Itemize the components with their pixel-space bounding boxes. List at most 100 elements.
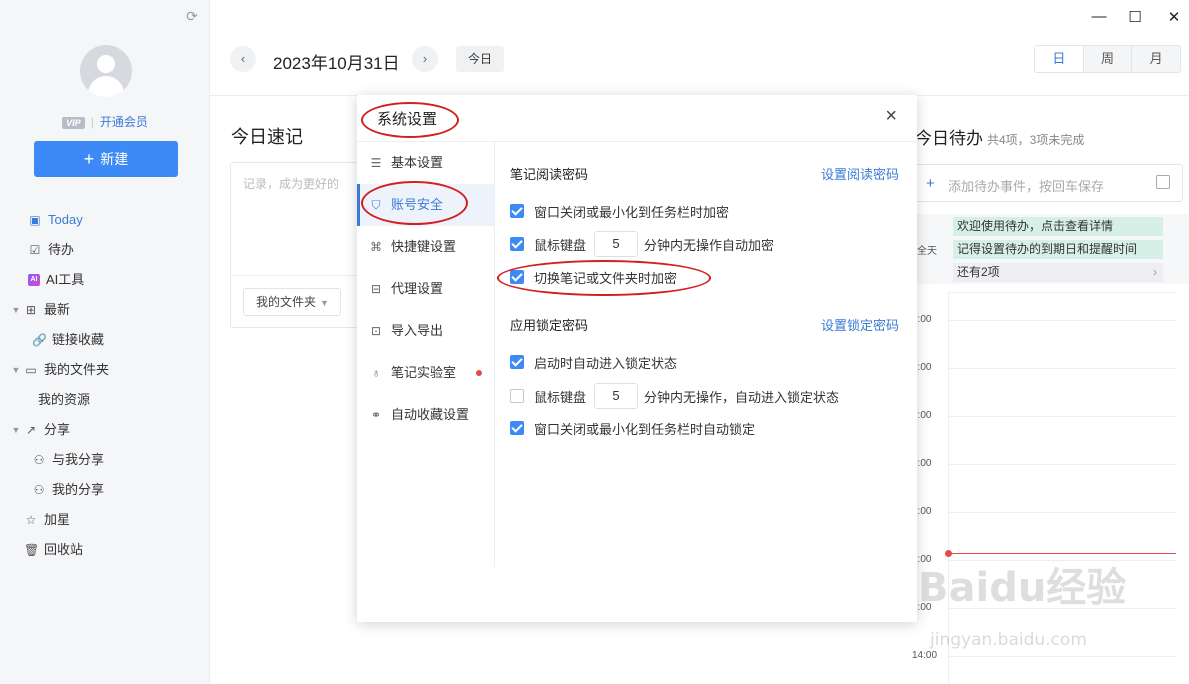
link-icon: ⚭ [370,408,382,422]
calendar-icon[interactable] [1156,175,1170,189]
ai-icon: AI [28,274,40,286]
sidebar-item-ai-tools[interactable]: AI AI工具 [0,265,210,295]
option-encrypt-on-switch[interactable]: 切换笔记或文件夹时加密 [510,264,677,290]
option-lock-on-close[interactable]: 窗口关闭或最小化到任务栏时自动锁定 [510,415,755,441]
checkbox-unchecked[interactable] [510,389,524,403]
grid-icon: ⊞ [25,303,37,317]
sidebar-item-today[interactable]: ▣ Today [0,205,210,235]
today-button[interactable]: 今日 [456,46,504,72]
sliders-icon: ☰ [370,156,382,170]
option-encrypt-on-close[interactable]: 窗口关闭或最小化到任务栏时加密 [510,198,729,224]
dialog-title: 系统设置 [377,111,438,128]
checkbox-checked[interactable] [510,355,524,369]
watermark-url: jingyan.baidu.com [930,630,1087,650]
chevron-down-icon: ▼ [320,298,329,308]
folder-select[interactable]: 我的文件夹 ▼ [243,288,341,316]
settings-nav-proxy[interactable]: ⊟ 代理设置 [357,268,494,310]
current-time-line [948,553,1176,554]
sidebar-item-my-resources[interactable]: 我的资源 [0,385,210,415]
caret-down-icon[interactable]: ▼ [8,355,24,385]
lock-idle-minutes-input[interactable]: 5 [594,383,639,409]
sidebar-item-shared-with-me[interactable]: ⚇ 与我分享 [0,445,210,475]
watermark-logo: Baidu经验 [918,565,1127,611]
star-icon: ☆ [25,513,37,527]
idle-minutes-input[interactable]: 5 [594,231,639,257]
todo-title: 今日待办 共4项，3项未完成 [915,129,1085,148]
folder-icon: ▭ [25,363,37,377]
todo-item[interactable]: 记得设置待办的到期日和提醒时间 [953,240,1163,259]
checkbox-checked[interactable] [510,270,524,284]
quick-note-placeholder: 记录，成为更好的 [243,177,340,191]
date-title: 2023年10月31日 [273,54,400,73]
checkbox-checked[interactable] [510,237,524,251]
sidebar-nav: ▣ Today ☑ 待办 AI AI工具 ▼ ⊞ 最新 🔗 链接收藏 ▼ ▭ 我的文件夹 我的资… [0,205,210,565]
trash-icon: 🗑 [24,543,40,557]
chevron-right-icon: › [1153,265,1157,279]
todo-item[interactable]: 欢迎使用待办，点击查看详情 [953,217,1163,236]
more-todos[interactable]: 还有2项 › [953,263,1163,282]
settings-nav-basic[interactable]: ☰ 基本设置 [357,142,494,184]
checkbox-checked[interactable] [510,421,524,435]
close-icon[interactable]: × [885,105,897,128]
sidebar-item-link-favorites[interactable]: 🔗 链接收藏 [0,325,210,355]
next-day-button[interactable]: › [412,46,438,72]
close-button[interactable]: ✕ [1164,8,1184,26]
avatar[interactable] [80,45,132,97]
set-lock-password-link[interactable]: 设置锁定密码 [821,315,899,334]
all-day-area: 全天 欢迎使用待办，点击查看详情 记得设置待办的到期日和提醒时间 还有2项 › [891,214,1189,284]
option-encrypt-idle[interactable]: 鼠标键盘 5 分钟内无操作自动加密 [510,231,774,257]
view-switcher: 日 周 月 [1034,45,1181,73]
checkbox-checked[interactable] [510,204,524,218]
link-icon: 🔗 [32,333,47,347]
vip-badge-icon: VIP [62,116,85,129]
settings-dialog: 系统设置 × ☰ 基本设置 ⛉ 账号安全 ⌘ 快捷键设置 ⊟ 代理设置 ⊡ 导入导出 ♁ 笔… [357,95,917,622]
settings-nav: ☰ 基本设置 ⛉ 账号安全 ⌘ 快捷键设置 ⊟ 代理设置 ⊡ 导入导出 ♁ 笔记实验室 ⚭ 自… [357,142,495,567]
sidebar-item-my-shares[interactable]: ⚇ 我的分享 [0,475,210,505]
option-lock-on-start[interactable]: 启动时自动进入锁定状态 [510,349,677,375]
new-button[interactable]: + 新建 [34,141,178,177]
settings-nav-lab[interactable]: ♁ 笔记实验室 [357,352,494,394]
plus-icon: + [926,175,935,192]
user-icon: ⚇ [33,483,45,497]
option-lock-idle[interactable]: 鼠标键盘 5 分钟内无操作，自动进入锁定状态 [510,383,839,409]
caret-down-icon[interactable]: ▼ [8,295,24,325]
tab-day[interactable]: 日 [1035,46,1084,72]
add-todo-placeholder: 添加待办事件，按回车保存 [948,179,1105,194]
prev-day-button[interactable]: ‹ [230,46,256,72]
sync-icon[interactable]: ⟳ [184,8,200,24]
sidebar-item-share[interactable]: ▼ ↗ 分享 [0,415,210,445]
caret-down-icon[interactable]: ▼ [8,415,24,445]
calendar-icon: ▣ [29,213,41,227]
sidebar-item-my-folders[interactable]: ▼ ▭ 我的文件夹 [0,355,210,385]
proxy-icon: ⊟ [370,282,382,296]
sidebar-item-latest[interactable]: ▼ ⊞ 最新 [0,295,210,325]
sidebar-item-starred[interactable]: ☆ 加星 [0,505,210,535]
sidebar-item-todo[interactable]: ☑ 待办 [0,235,210,265]
share-icon: ↗ [25,423,37,437]
todo-summary: 共4项，3项未完成 [987,133,1085,147]
import-export-icon: ⊡ [370,324,382,338]
settings-nav-import-export[interactable]: ⊡ 导入导出 [357,310,494,352]
new-badge-dot [476,370,482,376]
tab-week[interactable]: 周 [1084,46,1133,72]
app-lock-title: 应用锁定密码 [510,318,589,333]
sidebar-item-trash[interactable]: 🗑 回收站 [0,535,210,565]
top-bar: — ☐ ✕ ‹ 2023年10月31日 › 今日 日 周 月 [210,0,1189,96]
checkbox-icon: ☑ [29,243,41,257]
shield-icon: ⛉ [371,198,381,212]
maximize-button[interactable]: ☐ [1125,8,1145,26]
all-day-label: 全天 [917,246,937,257]
quick-note-title: 今日速记 [231,127,303,147]
settings-nav-account-security[interactable]: ⛉ 账号安全 [357,184,494,226]
sidebar: ⟳ VIP | 开通会员 + 新建 ▣ Today ☑ 待办 AI AI工具 ▼ ⊞ 最新 🔗 链… [0,0,210,684]
hour-label: 14:00 [912,650,938,661]
minimize-button[interactable]: — [1089,8,1109,25]
add-todo-input[interactable]: + 添加待办事件，按回车保存 [913,164,1183,202]
settings-nav-auto-collect[interactable]: ⚭ 自动收藏设置 [357,394,494,436]
set-read-password-link[interactable]: 设置阅读密码 [821,164,899,183]
plus-icon: + [83,149,95,169]
open-vip-link[interactable]: 开通会员 [100,115,148,129]
note-password-title: 笔记阅读密码 [510,167,589,182]
tab-month[interactable]: 月 [1132,46,1180,72]
settings-nav-shortcuts[interactable]: ⌘ 快捷键设置 [357,226,494,268]
